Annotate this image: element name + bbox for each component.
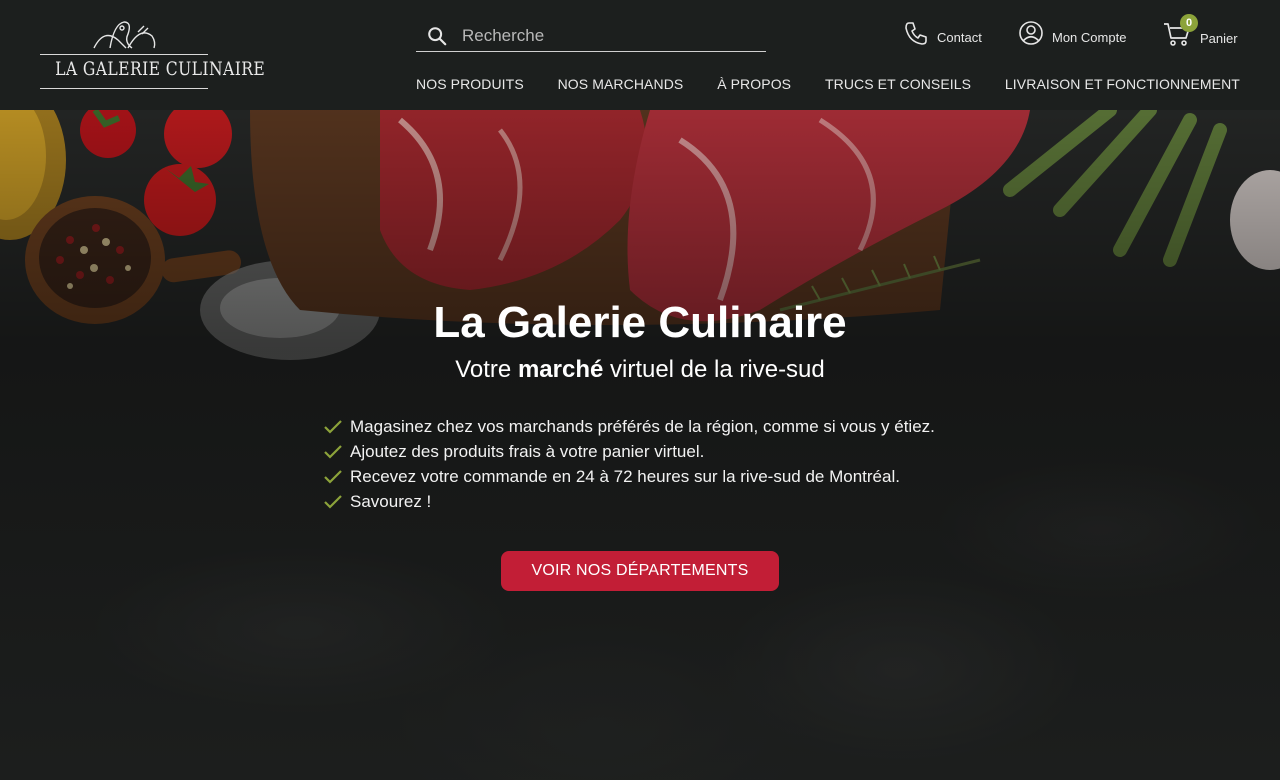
hero-subtitle: Votre marché virtuel de la rive-sud bbox=[0, 356, 1280, 384]
feature-text: Ajoutez des produits frais à votre panie… bbox=[350, 441, 705, 461]
site-logo[interactable]: LA GALERIE CULINAIRE bbox=[40, 18, 266, 92]
check-icon bbox=[324, 419, 342, 434]
main-nav: NOS PRODUITS NOS MARCHANDS À PROPOS TRUC… bbox=[416, 76, 1240, 92]
cart-label: Panier bbox=[1200, 30, 1238, 46]
logo-divider-bottom bbox=[40, 88, 208, 89]
check-icon bbox=[324, 494, 342, 509]
feature-item: Recevez votre commande en 24 à 72 heures… bbox=[324, 464, 935, 489]
search-input[interactable] bbox=[462, 25, 742, 46]
logo-text: LA GALERIE CULINAIRE bbox=[55, 58, 266, 80]
hero-section: La Galerie Culinaire Votre marché virtue… bbox=[0, 110, 1280, 780]
logo-emblem-icon bbox=[93, 21, 156, 49]
hero-title: La Galerie Culinaire bbox=[433, 298, 847, 347]
account-link[interactable]: Mon Compte bbox=[1018, 20, 1126, 46]
hero-subtitle-pre: Votre bbox=[455, 356, 518, 383]
contact-label: Contact bbox=[937, 29, 982, 45]
user-icon bbox=[1019, 21, 1043, 45]
nav-item-about[interactable]: À PROPOS bbox=[717, 76, 791, 92]
cart-icon-wrap: 0 bbox=[1162, 14, 1198, 48]
cart-link[interactable]: 0 Panier bbox=[1162, 14, 1238, 48]
search-icon[interactable] bbox=[426, 25, 448, 47]
check-icon bbox=[324, 444, 342, 459]
nav-item-tips[interactable]: TRUCS ET CONSEILS bbox=[825, 76, 971, 92]
hero-subtitle-post: virtuel de la rive-sud bbox=[603, 356, 825, 383]
hero-subtitle-bold: marché bbox=[517, 356, 604, 383]
logo-divider-top bbox=[40, 54, 208, 55]
feature-text: Savourez ! bbox=[350, 491, 432, 511]
check-icon bbox=[324, 469, 342, 484]
feature-item: Magasinez chez vos marchands préférés de… bbox=[324, 414, 935, 439]
view-departments-button[interactable]: VOIR NOS DÉPARTEMENTS bbox=[501, 551, 779, 591]
feature-item: Ajoutez des produits frais à votre panie… bbox=[324, 439, 935, 464]
feature-item: Savourez ! bbox=[324, 489, 935, 514]
cart-count-badge: 0 bbox=[1180, 14, 1198, 32]
feature-text: Recevez votre commande en 24 à 72 heures… bbox=[350, 466, 900, 486]
nav-item-merchants[interactable]: NOS MARCHANDS bbox=[558, 76, 684, 92]
feature-list: Magasinez chez vos marchands préférés de… bbox=[324, 414, 935, 514]
phone-icon bbox=[905, 22, 927, 45]
site-header: LA GALERIE CULINAIRE Contact Mon Compte bbox=[0, 0, 1280, 110]
nav-item-delivery[interactable]: LIVRAISON ET FONCTIONNEMENT bbox=[1005, 76, 1240, 92]
account-label: Mon Compte bbox=[1052, 29, 1127, 45]
contact-link[interactable]: Contact bbox=[903, 20, 982, 46]
feature-text: Magasinez chez vos marchands préférés de… bbox=[350, 416, 935, 436]
search-bar bbox=[416, 20, 766, 52]
nav-item-products[interactable]: NOS PRODUITS bbox=[416, 76, 524, 92]
